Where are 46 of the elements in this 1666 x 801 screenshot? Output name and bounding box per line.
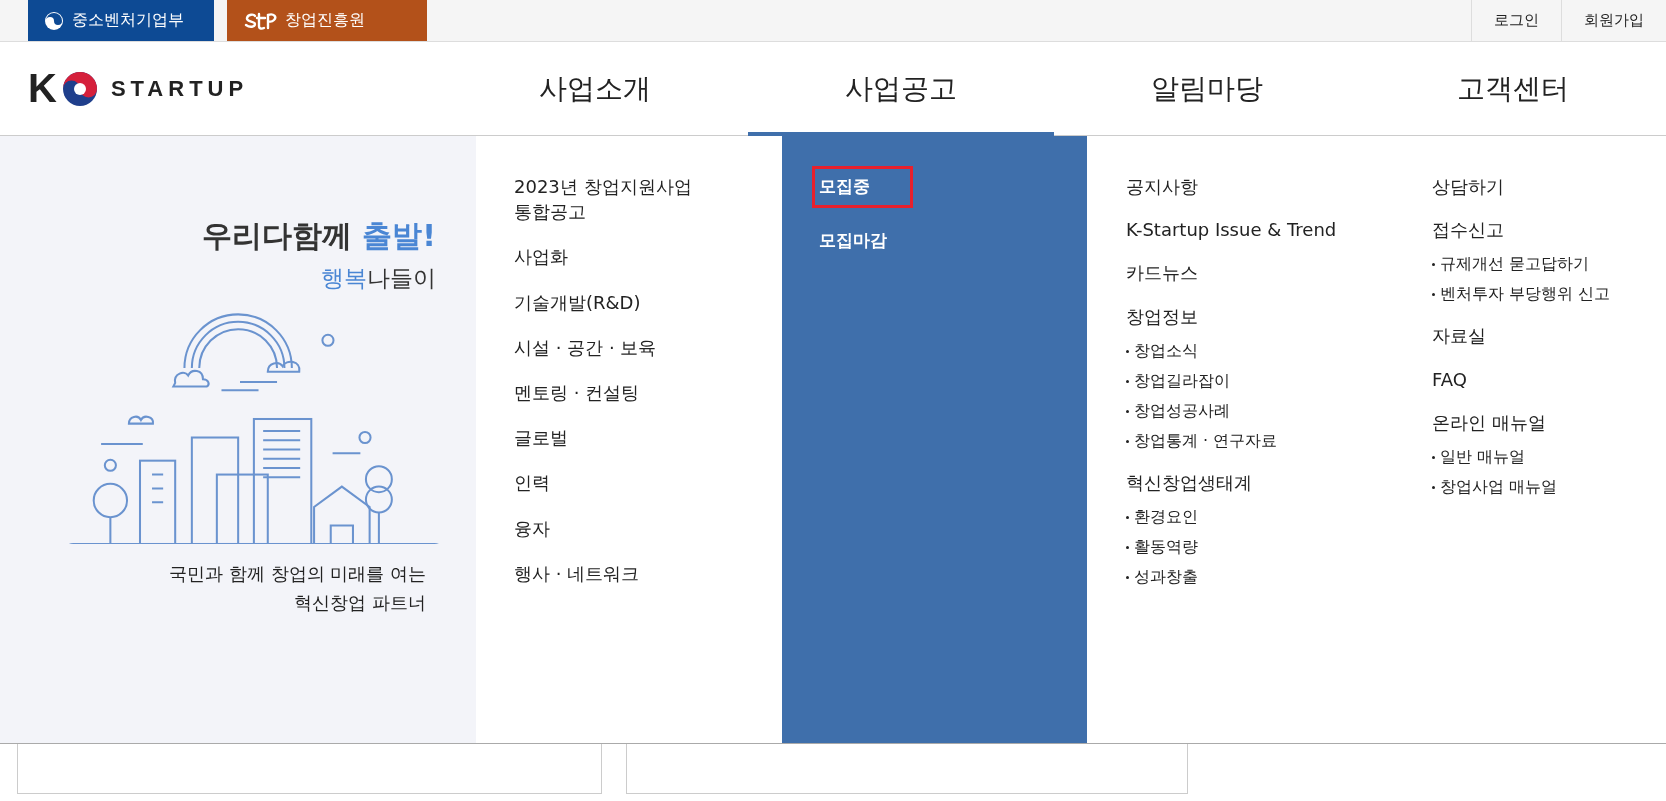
submenu-item[interactable]: 창업통계 · 연구자료	[1126, 430, 1278, 452]
submenu-item[interactable]: 환경요인	[1126, 506, 1198, 528]
logo-letter: K	[28, 66, 57, 111]
submenu-item[interactable]: 벤처투자 부당행위 신고	[1432, 284, 1611, 306]
nav-tab[interactable]: 사업소개	[442, 41, 748, 136]
menu-item[interactable]: 자료실	[1432, 323, 1486, 349]
submenu-item[interactable]: 창업사업 매뉴얼	[1432, 476, 1558, 498]
menu-item[interactable]: 시설 · 공간 · 보육	[514, 334, 657, 360]
menu-item[interactable]: 혁신창업생태계	[1126, 469, 1252, 495]
submenu-item[interactable]: 활동역량	[1126, 536, 1198, 558]
menu-item[interactable]: 인력	[514, 470, 550, 496]
institute-logo-icon	[243, 10, 277, 31]
menu-item[interactable]: K-Startup Issue & Trend	[1126, 217, 1337, 243]
menu-item[interactable]: 행사 · 네트워크	[514, 560, 640, 586]
submenu-item[interactable]: 규제개선 묻고답하기	[1432, 254, 1611, 276]
menu-item[interactable]: 창업정보	[1126, 303, 1198, 329]
menu-item[interactable]: 글로벌	[514, 425, 568, 451]
promo-slogan: 우리다함께 출발!	[201, 217, 436, 255]
menu-item[interactable]: 상담하기	[1432, 174, 1504, 200]
menu-item[interactable]: 모집마감	[812, 219, 930, 262]
emblem-icon	[44, 10, 64, 31]
menu-item[interactable]: 기술개발(R&D)	[514, 289, 641, 315]
submenu-item[interactable]: 성과창출	[1126, 566, 1198, 588]
menu-item[interactable]: 멘토링 · 컨설팅	[514, 379, 640, 406]
submenu-item[interactable]: 일반 매뉴얼	[1432, 446, 1558, 468]
menu-item[interactable]: 접수신고	[1432, 217, 1504, 243]
menu-item[interactable]: FAQ	[1432, 366, 1467, 392]
menu-item[interactable]: 온라인 매뉴얼	[1432, 409, 1546, 435]
menu-item[interactable]: 융자	[514, 515, 550, 541]
submenu-item[interactable]: 창업성공사례	[1126, 400, 1278, 422]
nav-tab[interactable]: 고객센터	[1360, 41, 1666, 136]
menu-item[interactable]: 모집중	[812, 166, 913, 208]
menu-item[interactable]: 사업화	[514, 244, 568, 270]
promo-tagline: 국민과 함께 창업의 미래를 여는 혁신창업 파트너	[169, 562, 426, 615]
nav-tab[interactable]: 알림마당	[1054, 41, 1360, 136]
menu-item[interactable]: 카드뉴스	[1126, 260, 1198, 286]
agency-link[interactable]: 창업진흥원	[227, 0, 427, 41]
logo-wordmark: STARTUP	[110, 75, 249, 102]
agency-link[interactable]: 중소벤처기업부	[28, 0, 214, 41]
header-link[interactable]: 회원가입	[1561, 0, 1666, 41]
promo-subtitle: 행복나들이	[321, 264, 436, 293]
menu-item[interactable]: 공지사항	[1126, 174, 1198, 200]
submenu-item[interactable]: 창업소식	[1126, 340, 1278, 362]
header-link[interactable]: 로그인	[1471, 0, 1561, 41]
submenu-item[interactable]: 창업길라잡이	[1126, 370, 1278, 392]
menu-item[interactable]: 2023년 창업지원사업 통합공고	[514, 174, 692, 225]
